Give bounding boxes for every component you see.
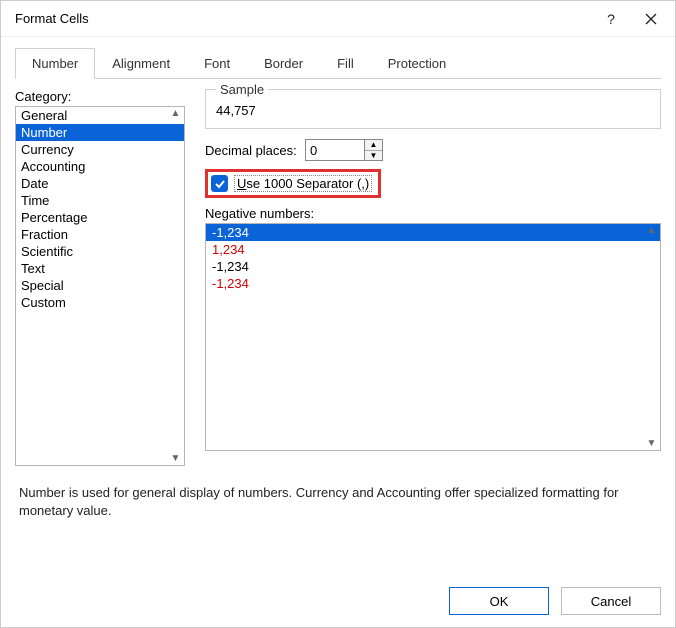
tab-number[interactable]: Number bbox=[15, 48, 95, 79]
format-cells-dialog: Format Cells ? NumberAlignmentFontBorder… bbox=[0, 0, 676, 628]
tab-protection[interactable]: Protection bbox=[371, 48, 464, 79]
tabstrip: NumberAlignmentFontBorderFillProtection bbox=[15, 47, 661, 79]
scrollbar[interactable]: ▲ ▼ bbox=[644, 225, 659, 449]
list-item[interactable]: General bbox=[16, 107, 184, 124]
list-item[interactable]: Currency bbox=[16, 141, 184, 158]
spinner-down-icon[interactable]: ▼ bbox=[365, 151, 382, 161]
cancel-button[interactable]: Cancel bbox=[561, 587, 661, 615]
decimal-places-stepper[interactable]: ▲ ▼ bbox=[305, 139, 383, 161]
highlight-annotation: Use 1000 Separator (,) bbox=[205, 169, 381, 198]
list-item[interactable]: -1,234 bbox=[206, 258, 660, 275]
list-item[interactable]: Time bbox=[16, 192, 184, 209]
scroll-down-icon[interactable]: ▼ bbox=[168, 453, 183, 464]
category-label: Category: bbox=[15, 89, 205, 104]
thousands-separator-checkbox[interactable] bbox=[211, 175, 228, 192]
scroll-up-icon[interactable]: ▲ bbox=[168, 108, 183, 119]
checkmark-icon bbox=[214, 178, 226, 190]
list-item[interactable]: Date bbox=[16, 175, 184, 192]
close-icon bbox=[645, 13, 657, 25]
list-item[interactable]: Fraction bbox=[16, 226, 184, 243]
list-item[interactable]: Custom bbox=[16, 294, 184, 311]
titlebar: Format Cells ? bbox=[1, 1, 675, 37]
spinner-up-icon[interactable]: ▲ bbox=[365, 140, 382, 151]
list-item[interactable]: Scientific bbox=[16, 243, 184, 260]
list-item[interactable]: -1,234 bbox=[206, 224, 660, 241]
help-button[interactable]: ? bbox=[591, 3, 631, 35]
category-listbox[interactable]: GeneralNumberCurrencyAccountingDateTimeP… bbox=[15, 106, 185, 466]
tab-fill[interactable]: Fill bbox=[320, 48, 371, 79]
list-item[interactable]: Text bbox=[16, 260, 184, 277]
close-button[interactable] bbox=[631, 3, 671, 35]
tab-border[interactable]: Border bbox=[247, 48, 320, 79]
decimal-places-input[interactable] bbox=[306, 140, 364, 160]
scroll-down-icon[interactable]: ▼ bbox=[644, 438, 659, 449]
tab-alignment[interactable]: Alignment bbox=[95, 48, 187, 79]
description-text: Number is used for general display of nu… bbox=[1, 466, 675, 519]
tab-font[interactable]: Font bbox=[187, 48, 247, 79]
content-area: Category: GeneralNumberCurrencyAccountin… bbox=[1, 79, 675, 466]
list-item[interactable]: Percentage bbox=[16, 209, 184, 226]
scrollbar[interactable]: ▲ ▼ bbox=[168, 108, 183, 464]
negative-numbers-listbox[interactable]: -1,2341,234-1,234-1,234 ▲ ▼ bbox=[205, 223, 661, 451]
decimal-places-label: Decimal places: bbox=[205, 143, 305, 158]
sample-legend: Sample bbox=[216, 82, 268, 97]
thousands-separator-label: Use 1000 Separator (,) bbox=[234, 175, 372, 192]
window-title: Format Cells bbox=[15, 11, 591, 26]
sample-group: Sample 44,757 bbox=[205, 89, 661, 129]
list-item[interactable]: Number bbox=[16, 124, 184, 141]
list-item[interactable]: Special bbox=[16, 277, 184, 294]
list-item[interactable]: -1,234 bbox=[206, 275, 660, 292]
sample-value: 44,757 bbox=[216, 103, 650, 118]
list-item[interactable]: Accounting bbox=[16, 158, 184, 175]
ok-button[interactable]: OK bbox=[449, 587, 549, 615]
negative-numbers-label: Negative numbers: bbox=[205, 206, 661, 221]
list-item[interactable]: 1,234 bbox=[206, 241, 660, 258]
scroll-up-icon[interactable]: ▲ bbox=[644, 225, 659, 236]
